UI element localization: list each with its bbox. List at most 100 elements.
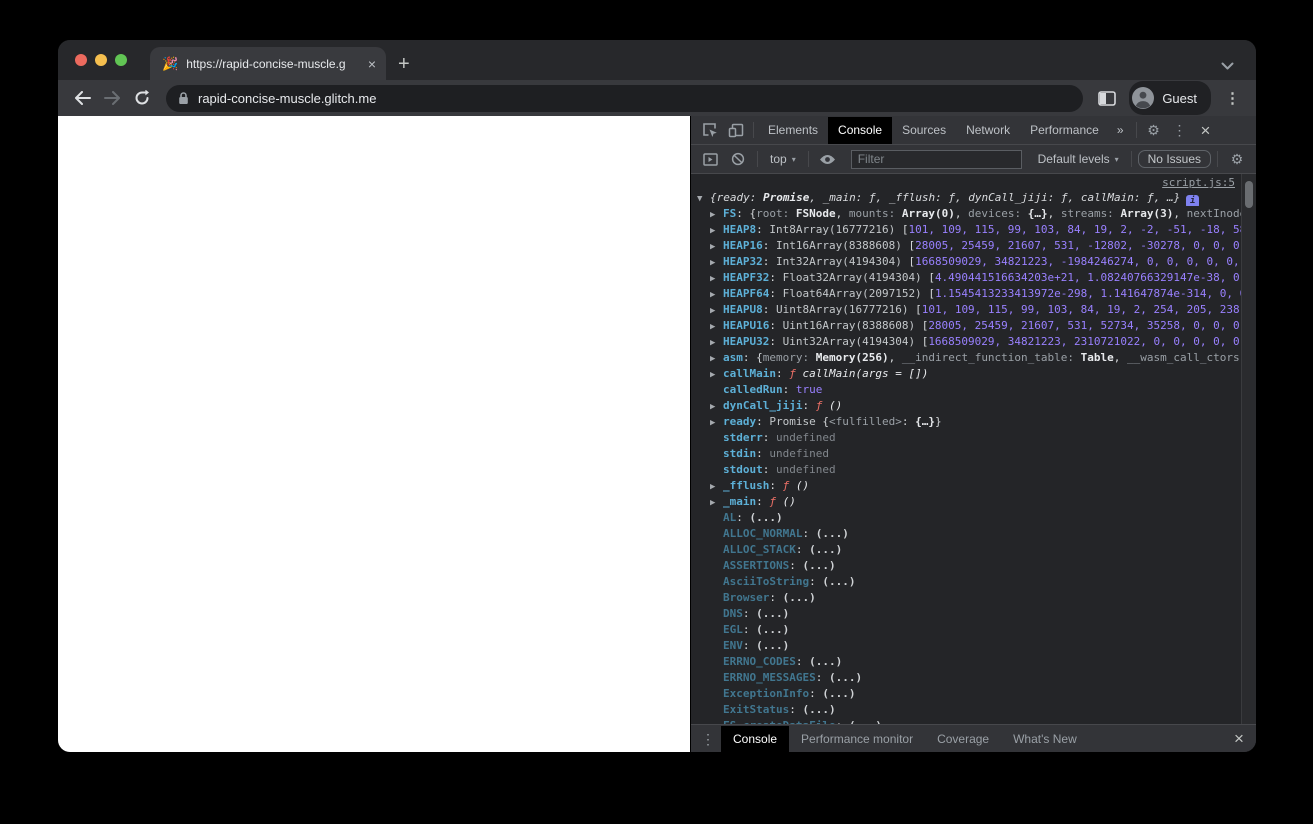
expand-triangle-icon[interactable]: ▶ <box>710 479 723 494</box>
console-row: ENV: (...) <box>691 638 1241 654</box>
console-token[interactable]: (...) <box>783 591 816 604</box>
console-settings-gear-icon[interactable]: ⚙ <box>1224 146 1250 172</box>
console-token: : <box>742 623 757 636</box>
window-close-button[interactable] <box>75 54 87 66</box>
console-token: 1668509029, 34821223, 2310721022, 0, 0, … <box>928 335 1241 348</box>
issues-counter-button[interactable]: No Issues <box>1137 150 1211 168</box>
browser-menu-kebab-icon[interactable]: ⋮ <box>1219 89 1246 107</box>
console-token[interactable]: (...) <box>822 687 855 700</box>
console-token: HEAP32 <box>723 255 763 268</box>
console-token[interactable]: (...) <box>756 639 789 652</box>
tab-elements[interactable]: Elements <box>758 117 828 144</box>
drawer-menu-kebab-icon[interactable]: ⋮ <box>695 726 721 752</box>
console-row: ▶ dynCall_jiji: ƒ () <box>691 398 1241 414</box>
chevron-down-icon[interactable] <box>1221 62 1234 70</box>
live-expression-eye-icon[interactable] <box>815 146 841 172</box>
tab-network[interactable]: Network <box>956 117 1020 144</box>
console-token: : <box>762 239 776 252</box>
console-token[interactable]: (...) <box>756 607 789 620</box>
console-token[interactable]: (...) <box>809 543 842 556</box>
expand-triangle-icon[interactable]: ▶ <box>710 271 723 286</box>
console-row: ExitStatus: (...) <box>691 702 1241 718</box>
expand-triangle-icon[interactable]: ▶ <box>710 223 723 238</box>
console-row: ▶ HEAPU16: Uint16Array(8388608) [28005, 2… <box>691 318 1241 334</box>
console-token[interactable]: (...) <box>756 623 789 636</box>
more-tabs-icon[interactable]: » <box>1109 123 1132 137</box>
console-token: Int8Array(16777216) <box>769 223 902 236</box>
scrollbar-thumb[interactable] <box>1245 181 1253 208</box>
devtools-settings-gear-icon[interactable]: ⚙ <box>1141 117 1167 143</box>
console-token: Promise <box>769 415 823 428</box>
expand-triangle-icon[interactable]: ▶ <box>710 399 723 414</box>
reload-button[interactable] <box>128 84 156 112</box>
console-token: : <box>762 463 776 476</box>
console-token[interactable]: (...) <box>849 719 882 724</box>
clear-console-icon[interactable] <box>725 146 751 172</box>
drawer-tab-performance-monitor[interactable]: Performance monitor <box>789 726 925 752</box>
console-token: ExitStatus <box>723 703 790 716</box>
console-token: : <box>756 447 770 460</box>
expand-triangle-icon[interactable]: ▶ <box>710 303 723 318</box>
console-row: AL: (...) <box>691 510 1241 526</box>
console-token[interactable]: (...) <box>816 527 849 540</box>
drawer-tab-whats-new[interactable]: What's New <box>1001 726 1089 752</box>
expand-triangle-icon[interactable]: ▶ <box>710 255 723 270</box>
back-button[interactable] <box>68 84 96 112</box>
expand-triangle-icon[interactable]: ▶ <box>710 207 723 222</box>
console-token[interactable]: (...) <box>822 575 855 588</box>
console-token[interactable]: (...) <box>829 671 862 684</box>
expand-triangle-icon[interactable]: ▶ <box>710 239 723 254</box>
console-row: ALLOC_NORMAL: (...) <box>691 526 1241 542</box>
source-link[interactable]: script.js:5 <box>1162 176 1235 189</box>
devtools-panel: Elements Console Sources Network Perform… <box>690 116 1256 752</box>
tab-console[interactable]: Console <box>828 116 893 144</box>
collapse-triangle-icon[interactable]: ▼ <box>697 191 710 206</box>
console-token: ƒ <box>868 191 876 204</box>
console-token: mounts: <box>848 207 902 220</box>
side-panel-button[interactable] <box>1093 84 1121 112</box>
console-token: , <box>835 207 849 220</box>
console-token: [ <box>915 303 922 316</box>
console-token[interactable]: (...) <box>802 703 835 716</box>
inspect-element-icon[interactable] <box>697 117 723 143</box>
console-token: streams: <box>1060 207 1121 220</box>
window-zoom-button[interactable] <box>115 54 127 66</box>
expand-triangle-icon[interactable]: ▶ <box>710 335 723 350</box>
window-content: Elements Console Sources Network Perform… <box>58 116 1256 752</box>
filter-input[interactable] <box>850 149 1022 169</box>
console-row: ▶ HEAP16: Int16Array(8388608) [28005, 254… <box>691 238 1241 254</box>
tab-sources[interactable]: Sources <box>892 117 956 144</box>
log-levels-select[interactable]: Default levels ▾ <box>1032 152 1125 166</box>
expand-triangle-icon[interactable]: ▶ <box>710 287 723 302</box>
browser-tab[interactable]: 🎉 https://rapid-concise-muscle.g × <box>150 47 386 80</box>
console-sidebar-icon[interactable] <box>697 146 723 172</box>
dropdown-arrow-icon: ▾ <box>791 154 796 164</box>
profile-button[interactable]: Guest <box>1129 81 1211 115</box>
address-bar[interactable]: rapid-concise-muscle.glitch.me <box>166 84 1084 112</box>
drawer-close-icon[interactable]: × <box>1226 726 1252 752</box>
expand-triangle-icon[interactable]: ▶ <box>710 495 723 510</box>
expand-triangle-icon[interactable]: ▶ <box>710 319 723 334</box>
expand-triangle-icon[interactable]: ▶ <box>710 351 723 366</box>
devtools-close-icon[interactable]: × <box>1193 117 1219 143</box>
tab-performance[interactable]: Performance <box>1020 117 1109 144</box>
javascript-context-select[interactable]: top ▾ <box>764 152 802 166</box>
console-token[interactable]: (...) <box>750 511 783 524</box>
expand-triangle-icon[interactable]: ▶ <box>710 415 723 430</box>
console-token[interactable]: (...) <box>809 655 842 668</box>
drawer-tab-console[interactable]: Console <box>721 725 790 752</box>
drawer-tab-coverage[interactable]: Coverage <box>925 726 1001 752</box>
object-info-badge-icon[interactable]: i <box>1186 195 1200 206</box>
new-tab-button[interactable]: + <box>398 54 410 74</box>
console-row: ExceptionInfo: (...) <box>691 686 1241 702</box>
console-token: : <box>769 479 783 492</box>
window-minimize-button[interactable] <box>95 54 107 66</box>
console-token[interactable]: (...) <box>802 559 835 572</box>
expand-triangle-icon[interactable]: ▶ <box>710 367 723 382</box>
devtools-menu-kebab-icon[interactable]: ⋮ <box>1167 117 1193 143</box>
device-toolbar-icon[interactable] <box>723 117 749 143</box>
separator <box>807 151 809 167</box>
forward-button[interactable] <box>98 84 126 112</box>
tab-close-icon[interactable]: × <box>366 57 378 71</box>
console-scrollbar[interactable] <box>1241 174 1256 724</box>
